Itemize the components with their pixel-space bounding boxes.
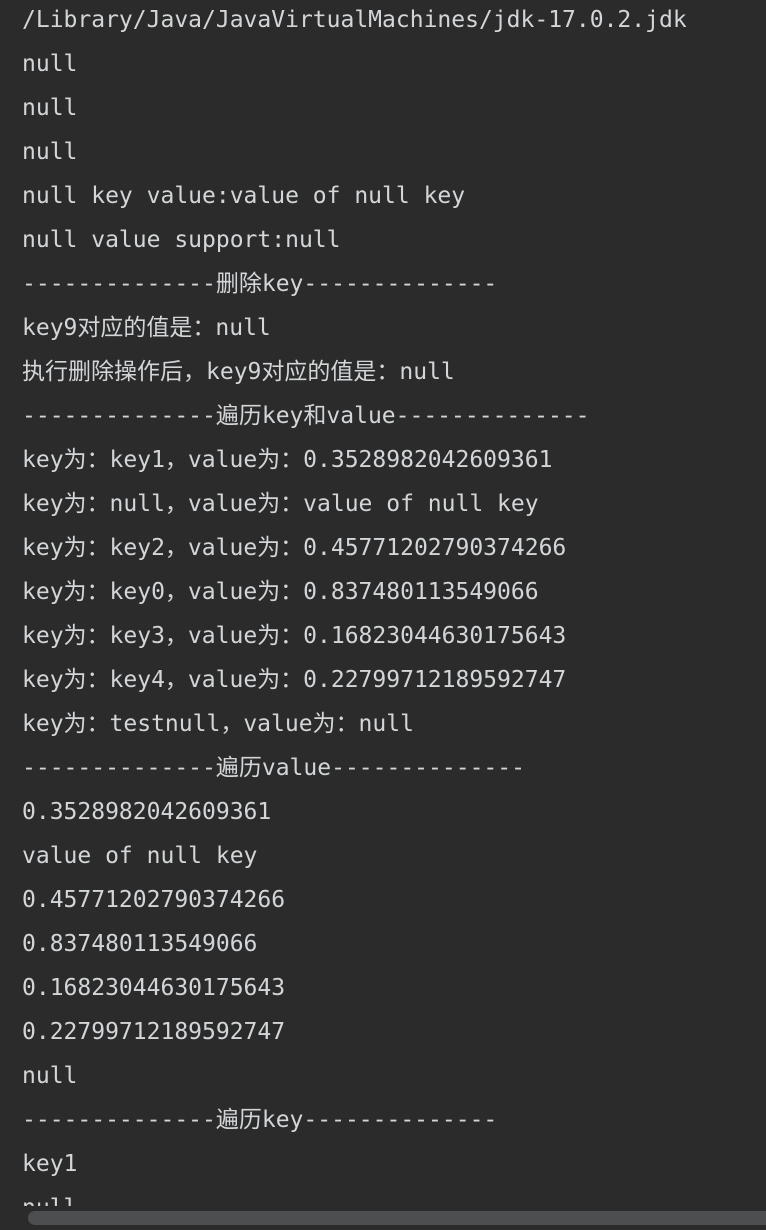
- console-line: key为：key2，value为：0.45771202790374266: [22, 535, 567, 561]
- console-line: 0.45771202790374266: [22, 887, 286, 913]
- console-line: null: [22, 51, 78, 77]
- console-line: 0.3528982042609361: [22, 799, 272, 825]
- console-line: 0.16823044630175643: [22, 975, 286, 1001]
- console-line: key1: [22, 1151, 78, 1177]
- console-line: 执行删除操作后，key9对应的值是：null: [22, 359, 455, 385]
- console-line: key9对应的值是：null: [22, 315, 271, 341]
- console-line: null: [22, 1063, 78, 1089]
- console-line: --------------遍历key和value--------------: [22, 403, 590, 429]
- console-line: null value support:null: [22, 227, 341, 253]
- console-line: key为：key1，value为：0.3528982042609361: [22, 447, 553, 473]
- console-line: --------------遍历key--------------: [22, 1107, 498, 1133]
- horizontal-scrollbar[interactable]: [0, 1206, 766, 1230]
- console-line: key为：testnull，value为：null: [22, 711, 414, 737]
- console-line: key为：key0，value为：0.837480113549066: [22, 579, 539, 605]
- console-line: null: [22, 1186, 766, 1206]
- console-line: null: [22, 95, 78, 121]
- console-line: key为：key3，value为：0.16823044630175643: [22, 623, 567, 649]
- console-line: key为：null，value为：value of null key: [22, 491, 539, 517]
- console-line: /Library/Java/JavaVirtualMachines/jdk-17…: [22, 7, 687, 33]
- scrollbar-thumb[interactable]: [28, 1211, 766, 1225]
- console-line: null: [22, 139, 78, 165]
- console-line: value of null key: [22, 843, 258, 869]
- console-line: --------------删除key--------------: [22, 271, 498, 297]
- console-line: --------------遍历value--------------: [22, 755, 525, 781]
- console-line: 0.837480113549066: [22, 931, 258, 957]
- console-line: 0.22799712189592747: [22, 1019, 286, 1045]
- console-line: null key value:value of null key: [22, 183, 466, 209]
- console-output[interactable]: /Library/Java/JavaVirtualMachines/jdk-17…: [22, 0, 766, 1206]
- console-line: key为：key4，value为：0.22799712189592747: [22, 667, 567, 693]
